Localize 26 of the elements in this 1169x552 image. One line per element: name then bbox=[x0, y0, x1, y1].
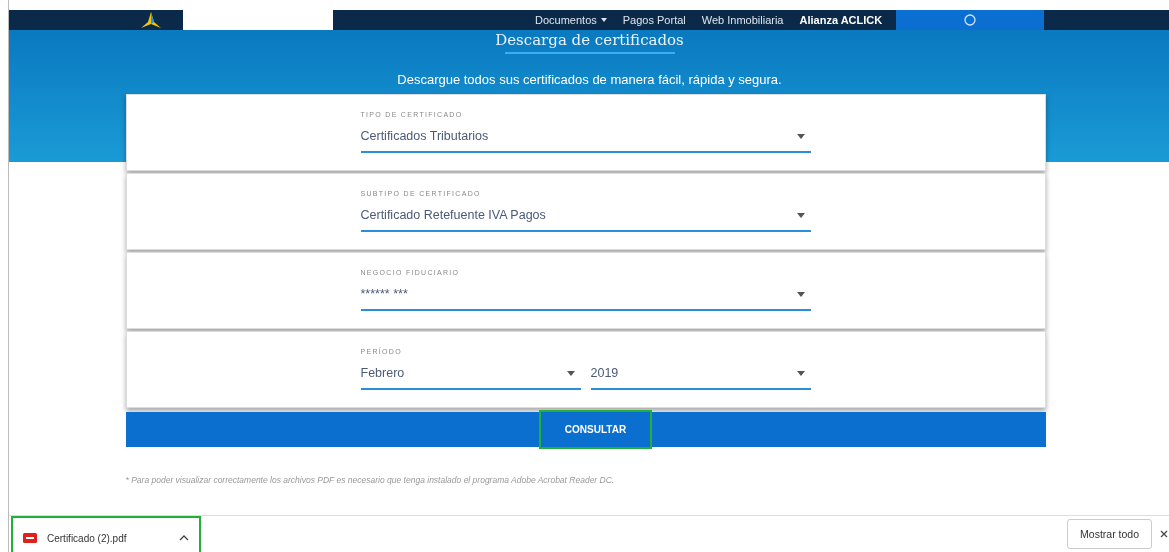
select-field[interactable]: ****** *** bbox=[360, 282, 811, 311]
user-icon bbox=[964, 14, 977, 26]
pdf-file-icon bbox=[23, 532, 37, 544]
select-field[interactable]: Certificado Retefuente IVA Pagos bbox=[360, 203, 811, 232]
dropdown-caret-icon bbox=[796, 291, 805, 297]
caret-icon bbox=[600, 18, 607, 22]
download-item[interactable]: Certificado (2).pdf bbox=[11, 516, 201, 552]
select-field[interactable]: Febrero bbox=[360, 361, 581, 390]
dropdown-caret-icon bbox=[796, 212, 805, 218]
select-field[interactable]: Certificados Tributarios bbox=[360, 124, 811, 153]
show-all-button[interactable]: Mostrar todo bbox=[1067, 519, 1152, 549]
star-logo-icon bbox=[141, 12, 161, 28]
dropdown-caret-icon bbox=[796, 133, 805, 139]
chevron-up-icon[interactable] bbox=[179, 535, 189, 541]
nav-brand-link[interactable]: Alianza ACLICK bbox=[799, 14, 883, 26]
consult-button[interactable]: CONSULTAR bbox=[538, 410, 653, 449]
page-title: Descarga de certificados bbox=[495, 31, 684, 49]
select-field[interactable]: 2019 bbox=[590, 361, 811, 390]
dropdown-caret-icon bbox=[796, 370, 805, 376]
nav-link[interactable]: Pagos Portal bbox=[622, 14, 686, 26]
footnote: * Para poder visualizar correctamente los archivos PDF es necesario que tenga instalado el programa Adobe Acrobat Reader DC. bbox=[125, 475, 616, 485]
nav-link[interactable]: Web Inmobiliaria bbox=[701, 14, 784, 26]
dropdown-caret-icon bbox=[566, 370, 575, 376]
nav-dropdown[interactable]: Documentos bbox=[535, 14, 607, 26]
page-subtitle: Descargue todos sus certificados de manera fácil, rápida y segura. bbox=[397, 72, 782, 87]
close-icon[interactable] bbox=[1160, 530, 1168, 538]
